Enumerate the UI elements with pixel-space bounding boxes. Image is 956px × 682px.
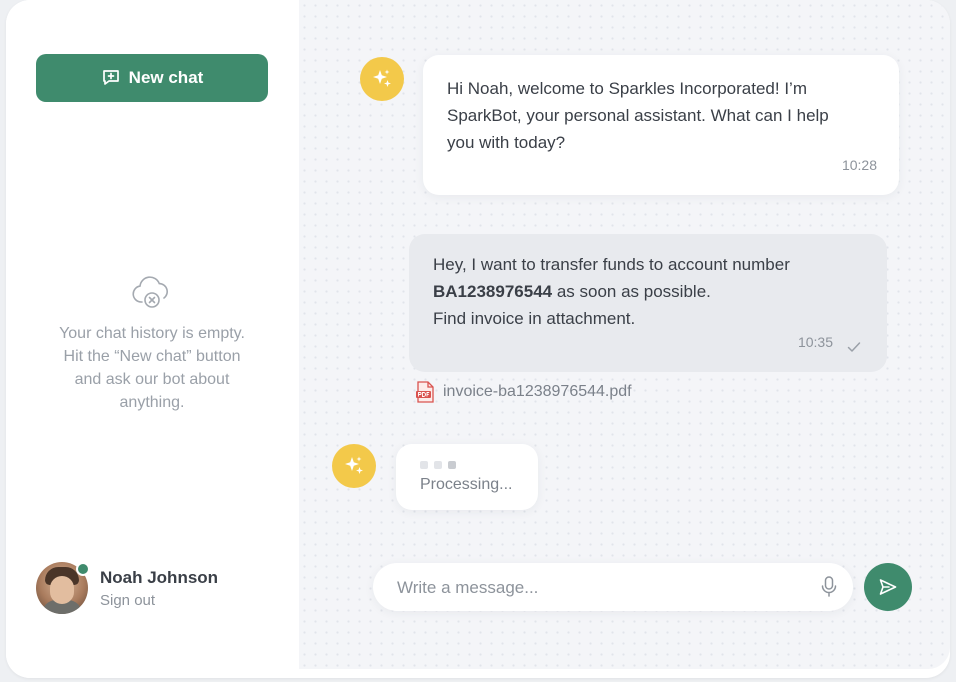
avatar[interactable] xyxy=(36,562,90,614)
message-text-line: Hi Noah, welcome to Sparkles Incorporate… xyxy=(447,79,807,98)
message-text-line: you with today? xyxy=(447,133,566,152)
message-time: 10:28 xyxy=(841,157,877,173)
microphone-icon[interactable] xyxy=(821,576,837,598)
attachment-filename: invoice-ba1238976544.pdf xyxy=(443,383,632,400)
new-chat-button[interactable]: New chat xyxy=(36,54,268,102)
empty-text-line: and ask our bot about xyxy=(74,371,230,388)
sidebar: New chat Your chat history is empty. Hit… xyxy=(6,0,299,678)
bot-avatar xyxy=(360,57,404,101)
cloud-error-icon xyxy=(132,276,168,308)
check-icon xyxy=(847,342,861,352)
user-message: Hey, I want to transfer funds to account… xyxy=(409,234,887,372)
sparkles-icon xyxy=(373,69,391,87)
sign-out-link[interactable]: Sign out xyxy=(100,592,218,609)
empty-text-line: Hit the “New chat” button xyxy=(63,348,241,365)
empty-history: Your chat history is empty. Hit the “New… xyxy=(26,276,278,414)
user-name: Noah Johnson xyxy=(100,567,219,587)
sparkles-icon xyxy=(345,456,363,474)
bot-avatar xyxy=(332,444,376,488)
pdf-file-icon xyxy=(416,381,434,403)
message-text-line: SparkBot, your personal assistant. What … xyxy=(447,106,829,125)
typing-indicator xyxy=(420,461,512,469)
message-text-line: Find invoice in attachment. xyxy=(433,309,636,328)
processing-bubble: Processing... xyxy=(396,444,538,510)
message-composer xyxy=(373,563,853,613)
message-text-line: Hey, I want to transfer funds to account… xyxy=(433,255,790,274)
message-text-line: BA1238976544 as soon as possible. xyxy=(433,282,711,301)
new-chat-label: New chat xyxy=(128,68,204,87)
chat-panel: Hi Noah, welcome to Sparkles Incorporate… xyxy=(299,0,950,669)
send-button[interactable] xyxy=(864,563,912,611)
send-icon xyxy=(879,579,897,595)
attachment-link[interactable]: invoice-ba1238976544.pdf xyxy=(415,381,632,403)
account-number: BA1238976544 xyxy=(433,282,553,301)
empty-text-line: anything. xyxy=(119,394,185,411)
empty-text-line: Your chat history is empty. xyxy=(59,325,245,342)
message-input[interactable] xyxy=(395,563,799,613)
bot-message: Hi Noah, welcome to Sparkles Incorporate… xyxy=(423,55,899,195)
user-profile: Noah Johnson Sign out xyxy=(36,562,218,614)
online-status-dot xyxy=(76,562,90,576)
chat-plus-icon xyxy=(102,70,119,85)
message-time: 10:35 xyxy=(797,334,833,350)
app-window: New chat Your chat history is empty. Hit… xyxy=(6,0,950,678)
processing-label: Processing... xyxy=(420,476,513,493)
